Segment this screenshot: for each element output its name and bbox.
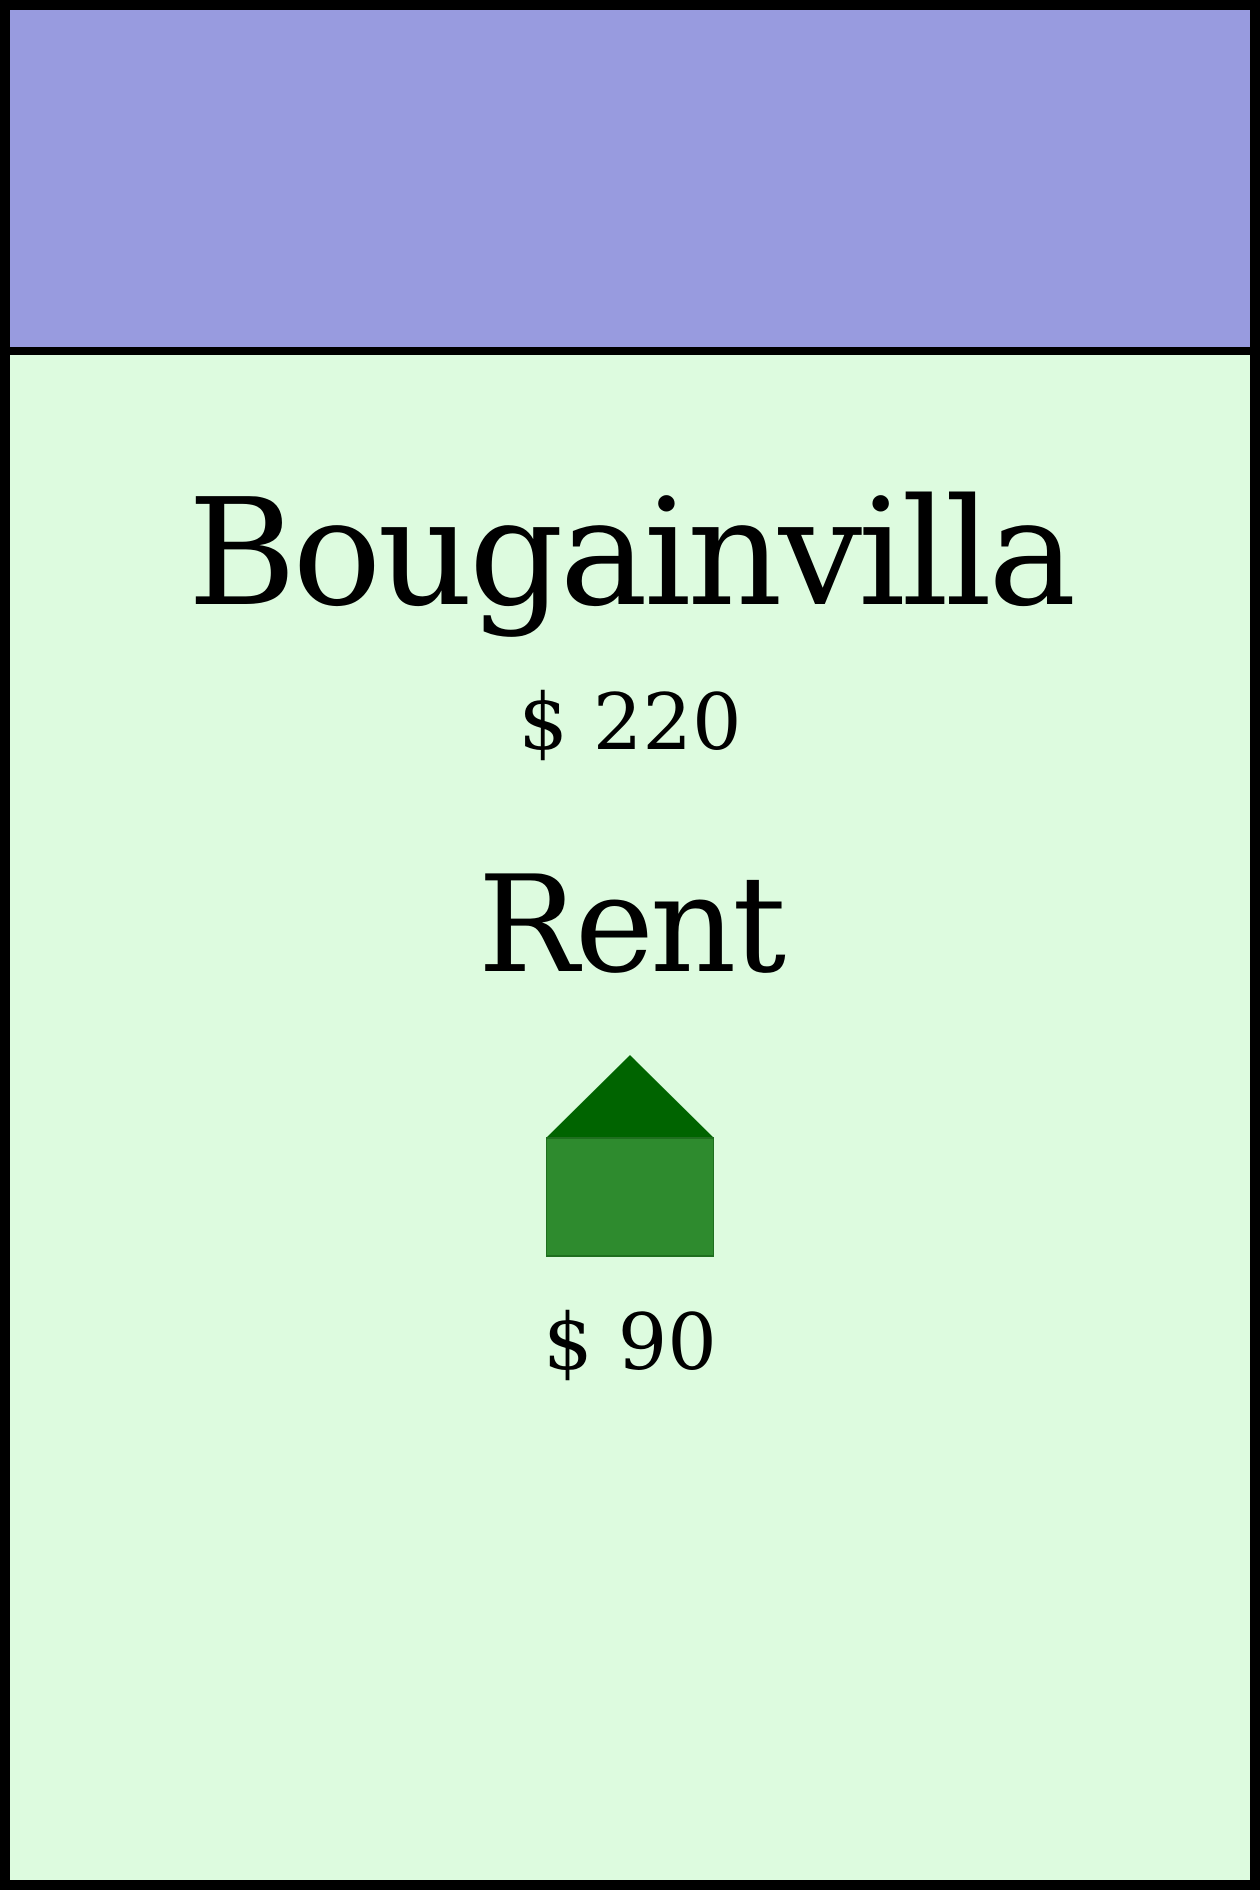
rent-value: $ 90 (543, 1298, 717, 1388)
property-card: Bougainvilla $ 220 Rent $ 90 (0, 0, 1260, 1890)
property-price: $ 220 (518, 678, 742, 768)
rent-heading: Rent (477, 847, 786, 1003)
house-roof (546, 1055, 714, 1138)
property-name: Bougainvilla (187, 467, 1077, 639)
color-band (10, 10, 1250, 355)
house-icon (546, 1055, 714, 1257)
house-body (546, 1137, 714, 1257)
